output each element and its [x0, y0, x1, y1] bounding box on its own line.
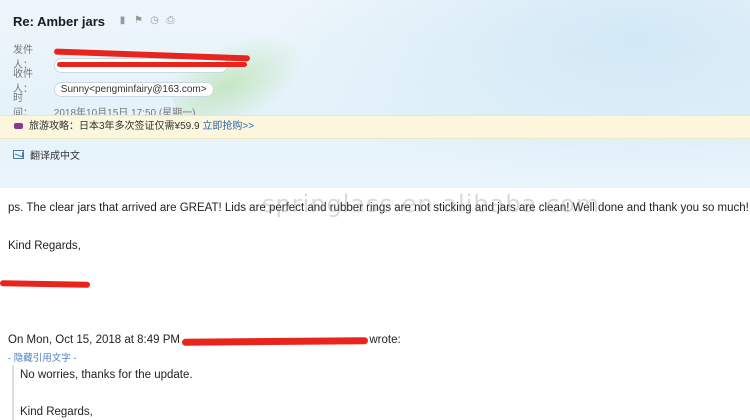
- quoted-line1: No worries, thanks for the update.: [20, 369, 193, 381]
- sky-decoration: [270, 0, 750, 188]
- email-body-line1: ps. The clear jars that arrived are GREA…: [8, 202, 749, 214]
- signature-redaction: [0, 280, 91, 288]
- quote-intro-suffix: wrote:: [369, 334, 401, 346]
- ad-icon: [14, 123, 23, 130]
- quoted-regards: Kind Regards,: [20, 406, 93, 418]
- ad-text: 旅游攻略：日本3年多次签证仅需¥59.9: [29, 121, 200, 132]
- flag-icon[interactable]: ⚑: [133, 15, 144, 26]
- hide-quote-toggle[interactable]: - 隐藏引用文字 -: [8, 350, 77, 364]
- email-body-regards: Kind Regards,: [8, 240, 81, 252]
- quote-bar: [12, 365, 14, 420]
- bookmark-icon[interactable]: ▮: [117, 15, 128, 26]
- print-icon[interactable]: ⎙: [165, 15, 176, 26]
- clock-icon[interactable]: ◷: [149, 15, 160, 26]
- translate-button[interactable]: 翻译成中文: [13, 147, 80, 162]
- ad-banner: 旅游攻略：日本3年多次签证仅需¥59.9 立即抢购>>: [0, 115, 750, 139]
- quote-intro-prefix: On Mon, Oct 15, 2018 at 8:49 PM: [8, 334, 180, 346]
- subject-actions: ▮ ⚑ ◷ ⎙: [117, 15, 176, 26]
- email-subject: Re: Amber jars: [13, 14, 105, 29]
- envelope-icon: [13, 150, 24, 159]
- ad-link[interactable]: 立即抢购>>: [202, 121, 254, 132]
- translate-label: 翻译成中文: [30, 151, 80, 162]
